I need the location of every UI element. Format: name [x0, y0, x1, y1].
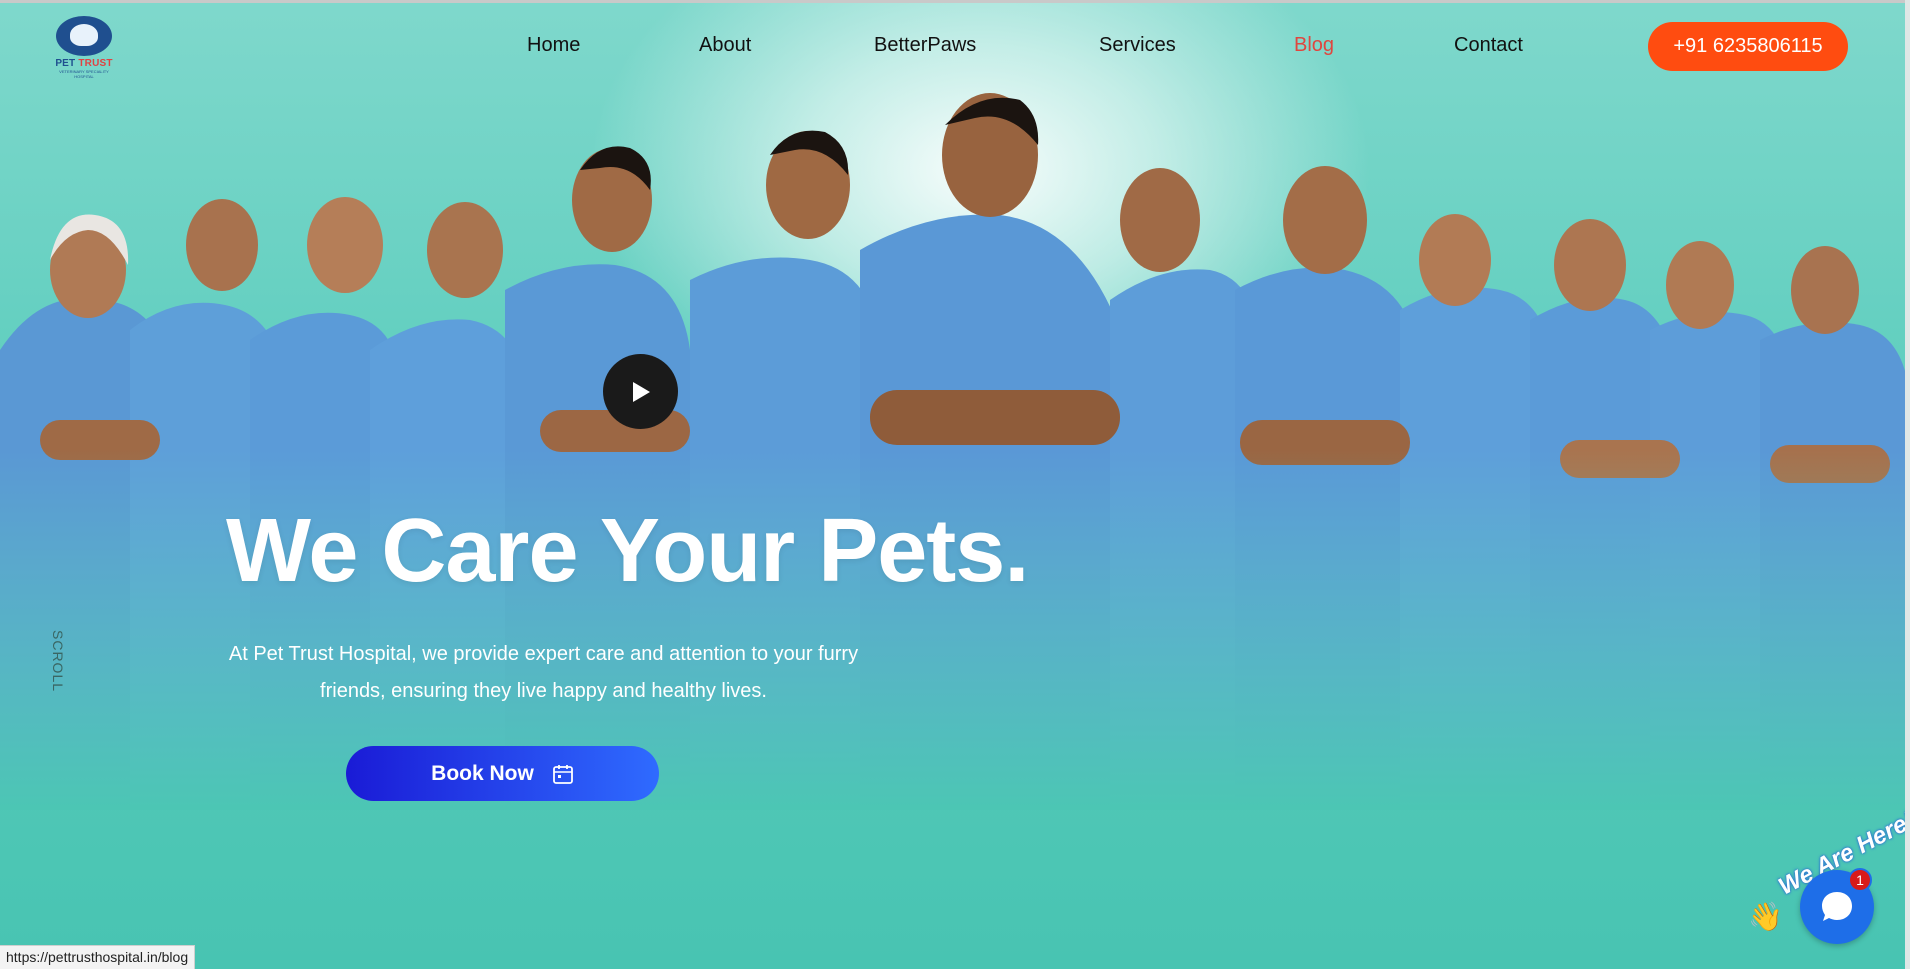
scroll-indicator[interactable]: SCROLL	[50, 630, 66, 692]
phone-call-button[interactable]: +91 6235806115	[1648, 22, 1848, 71]
chat-widget[interactable]: We Are Here! 👋 1	[1748, 807, 1910, 969]
hero-headline: We Care Your Pets.	[226, 501, 1029, 601]
page-scrollbar[interactable]	[1905, 0, 1910, 969]
chat-bubble-icon	[1822, 892, 1852, 921]
play-video-button[interactable]	[603, 354, 678, 429]
book-now-button[interactable]: Book Now	[346, 746, 659, 801]
nav-services[interactable]: Services	[1099, 34, 1176, 57]
play-icon	[632, 381, 650, 402]
chat-notification-badge: 1	[1848, 868, 1872, 892]
top-border	[0, 0, 1910, 3]
logo-tagline: VETERINARY SPECIALITY HOSPITAL	[59, 69, 109, 79]
hero-description: At Pet Trust Hospital, we provide expert…	[228, 643, 859, 702]
nav-home[interactable]: Home	[527, 34, 580, 57]
nav-betterpaws[interactable]: BetterPaws	[874, 34, 976, 57]
status-bar-url: https://pettrusthospital.in/blog	[0, 945, 196, 969]
nav-blog[interactable]: Blog	[1294, 34, 1334, 57]
waving-hand-icon: 👋	[1748, 901, 1783, 932]
book-now-label: Book Now	[431, 761, 534, 785]
nav-about[interactable]: About	[699, 34, 751, 57]
main-nav: Home About BetterPaws Services Blog Cont…	[0, 34, 1910, 60]
calendar-icon	[552, 764, 573, 784]
hero-section	[0, 0, 1910, 969]
nav-contact[interactable]: Contact	[1454, 34, 1523, 57]
